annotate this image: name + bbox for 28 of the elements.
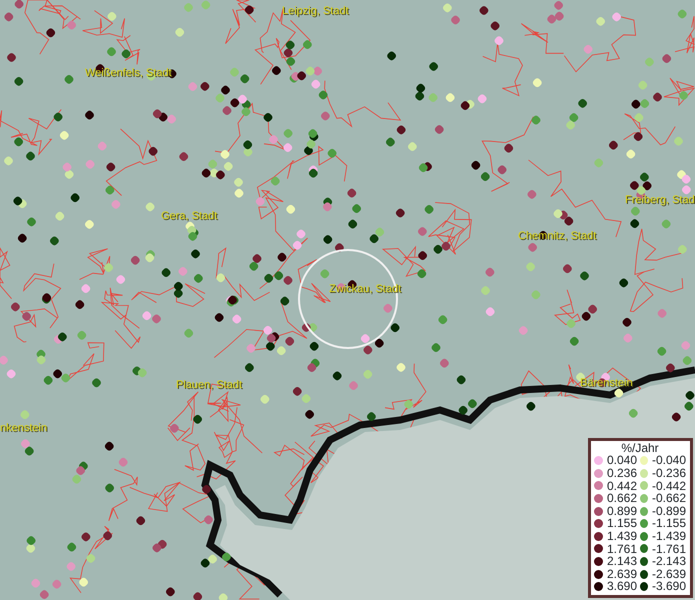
legend-value: 0.662	[607, 492, 638, 505]
legend-value: 0.442	[607, 480, 638, 492]
legend-value: 1.761	[607, 542, 638, 556]
legend-title: %/Jahr	[620, 442, 660, 454]
legend-value: 0.899	[607, 504, 638, 518]
legend-value: -0.442	[652, 480, 686, 492]
legend-value: 1.155	[607, 517, 638, 530]
legend-value: -1.761	[652, 542, 686, 556]
place-label: Plauen, Stadt	[176, 380, 242, 391]
legend-value: -2.143	[652, 555, 686, 568]
legend-value: -0.899	[652, 504, 686, 518]
legend-value: -1.155	[652, 517, 686, 530]
legend-value: -0.662	[652, 492, 686, 505]
legend-value: -1.439	[652, 530, 686, 543]
legend-value: 3.690	[607, 580, 638, 593]
legend-value: 0.236	[607, 467, 638, 480]
place-label: Gera, Stadt	[161, 211, 218, 222]
place-label: nkenstein	[0, 423, 48, 434]
legend-value: -0.040	[652, 454, 686, 468]
place-label: Zwickau, Stadt	[329, 284, 402, 295]
legend-value: 0.040	[607, 454, 638, 468]
legend-value: 2.639	[607, 568, 638, 580]
legend-value: -0.236	[652, 467, 686, 480]
legend-value: 2.143	[607, 555, 638, 568]
legend-value: -2.639	[652, 568, 686, 580]
legend-value: 1.439	[607, 530, 638, 543]
legend-value: -3.690	[652, 580, 686, 593]
place-label: Freiberg, Stad	[625, 195, 695, 206]
